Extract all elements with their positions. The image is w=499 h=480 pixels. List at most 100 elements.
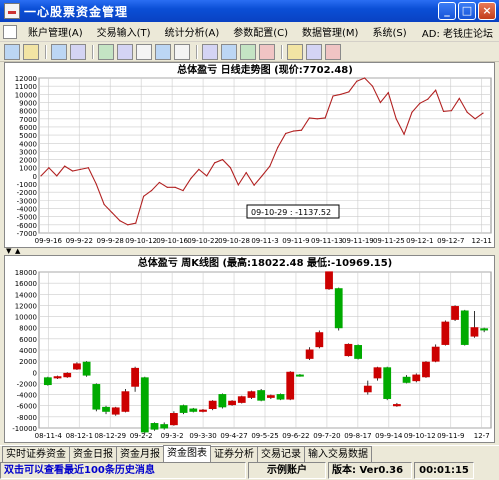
report-icon[interactable] [51,43,67,60]
title-bar[interactable]: 一心股票资金管理 _ □ × [0,0,499,22]
data-point [253,184,255,186]
daily-line-chart[interactable]: 总体盈亏 日线走势图 (现价:7702.48)12000110001000090… [5,63,494,247]
data-point [174,186,176,188]
x-tick-label: 08-12-29 [94,432,126,440]
candle-body [228,400,236,406]
data-point [87,167,89,169]
tools-icon[interactable] [306,43,322,60]
menu-trade-input[interactable]: 交易输入(T) [90,24,158,39]
save-icon[interactable] [259,43,275,60]
filter-icon[interactable] [136,43,152,60]
menu-data[interactable]: 数据管理(M) [295,24,365,39]
status-message[interactable]: 双击可以查看最近100条历史消息 [0,462,246,479]
y-tick-label: -6000 [17,403,37,411]
x-tick-label: 09-10-22 [187,237,219,245]
data-point [269,165,271,167]
candle-body [160,424,169,429]
candle-body [373,367,382,379]
refresh-icon[interactable] [240,43,256,60]
chart-splitter[interactable]: ▼ ▲ [4,248,495,255]
y-tick-label: -1000 [17,181,37,189]
collapse-down-icon[interactable]: ▼ [6,248,11,255]
candle-body [43,377,52,386]
tab-monthly-report[interactable]: 资金月报 [116,446,164,462]
import-icon[interactable] [4,43,20,60]
candle-body [296,374,304,377]
data-point [482,112,484,114]
candle-body [412,374,421,382]
data-point [166,186,168,188]
x-tick-label: 09-3-2 [161,432,184,440]
tab-input-trades[interactable]: 输入交易数据 [304,446,372,462]
candle-body [208,400,217,409]
weekly-kline-chart[interactable]: 总体盈亏 周K线图 (最高:18022.48 最低:-10969.15) 1800… [5,256,494,442]
settings-icon[interactable] [23,43,39,60]
menu-account[interactable]: 账户管理(A) [21,24,90,39]
y-tick-label: 0 [33,173,37,181]
data-point [427,98,429,100]
x-tick-label: 09-10-16 [156,237,188,245]
close-button[interactable]: × [478,2,496,20]
copy-icon[interactable] [70,43,86,60]
candle-body [266,395,275,398]
export-icon[interactable] [202,43,218,60]
data-point [419,102,421,104]
x-tick-label: 09-11-19 [342,237,374,245]
view-tabs: 实时证券资金 资金日报 资金月报 资金图表 证券分析 交易记录 输入交易数据 [0,445,499,462]
candle-body [392,404,401,407]
maximize-button[interactable]: □ [458,2,476,20]
tab-realtime-funds[interactable]: 实时证券资金 [2,446,70,462]
status-time: 00:01:15 [414,462,474,479]
y-tick-label: 2000 [19,157,37,165]
y-tick-label: 10000 [15,314,37,322]
data-point [127,224,129,226]
data-point [119,220,121,222]
daily-line-chart-panel[interactable]: 总体盈亏 日线走势图 (现价:7702.48) 12000 11000 10000 90… [4,62,495,248]
menu-config[interactable]: 参数配置(C) [226,24,295,39]
print-icon[interactable] [221,43,237,60]
x-tick-label: 09-9-22 [66,237,93,245]
candle-body [422,361,430,378]
menu-system[interactable]: 系统(S) [365,24,413,39]
candle-body [470,327,479,337]
menu-statistics[interactable]: 统计分析(A) [158,24,227,39]
tab-fund-charts[interactable]: 资金图表 [163,445,211,462]
data-point [395,118,397,120]
x-tick-label: 09-10-12 [404,432,436,440]
data-point [403,133,405,135]
data-point [64,165,66,167]
candle-body [383,367,392,399]
tab-trade-records[interactable]: 交易记录 [257,446,305,462]
menu-app-icon[interactable] [3,24,17,39]
y-tick-label: -4000 [17,206,37,214]
candle-body [53,376,62,379]
chart-icon[interactable] [98,43,114,60]
data-point [48,167,50,169]
data-point [308,117,310,119]
data-point [103,203,105,206]
grid-icon[interactable] [155,43,171,60]
candle-body [111,407,120,415]
collapse-up-icon[interactable]: ▲ [15,248,20,255]
exit-icon[interactable] [325,43,341,60]
globe-icon[interactable] [117,43,133,60]
toolbar [0,42,499,62]
data-point [450,110,453,112]
candle-body [247,391,256,398]
weekly-kline-chart-panel[interactable]: 总体盈亏 周K线图 (最高:18022.48 最低:-10969.15) 1800… [4,255,495,443]
tab-daily-report[interactable]: 资金日报 [69,446,117,462]
status-version: 版本: Ver0.36 [328,462,412,479]
data-point [261,175,263,177]
app-window: 一心股票资金管理 _ □ × 账户管理(A) 交易输入(T) 统计分析(A) 参… [0,0,499,480]
candle-body [257,390,266,401]
y-tick-label: -4000 [17,392,37,400]
data-point [332,95,334,97]
candle-body [480,328,489,331]
candle-body [305,349,314,359]
ad-link[interactable]: AD: 老钱庄论坛 [422,25,493,40]
tab-security-analysis[interactable]: 证券分析 [210,446,258,462]
y-tick-label: 16000 [15,280,37,288]
minimize-button[interactable]: _ [438,2,456,20]
document-icon[interactable] [174,43,190,60]
help-icon[interactable] [287,43,303,60]
